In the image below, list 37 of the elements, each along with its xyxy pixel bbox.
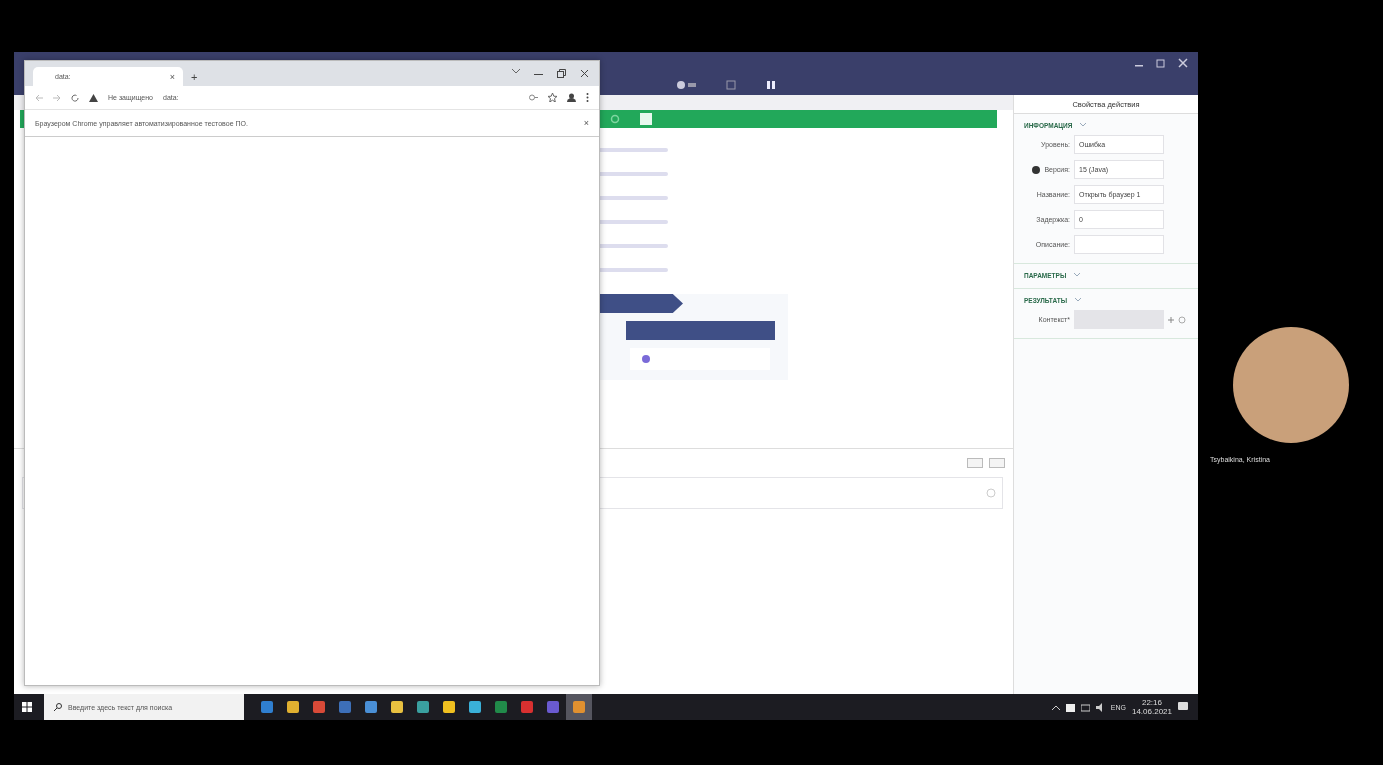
windows-start-icon[interactable]	[20, 700, 34, 714]
chevron-down-icon[interactable]	[1075, 298, 1082, 302]
text-line-placeholder	[598, 196, 668, 200]
text-line-placeholder	[598, 244, 668, 248]
reload-icon[interactable]	[71, 93, 79, 102]
stop-icon[interactable]	[726, 79, 736, 90]
info-icon	[1032, 165, 1041, 174]
menu-icon[interactable]	[586, 93, 589, 102]
clock-time[interactable]: 22:16	[1141, 698, 1162, 707]
clock-date[interactable]: 14.06.2021	[1131, 707, 1172, 716]
speaker-icon[interactable]	[1095, 702, 1105, 712]
text-line-placeholder	[598, 148, 668, 152]
tab-close-button[interactable]: ×	[169, 71, 175, 82]
plus-icon[interactable]	[1168, 316, 1174, 323]
new-tab-button[interactable]: +	[191, 71, 198, 83]
dot-icon	[642, 355, 650, 363]
chevron-up-icon[interactable]	[1051, 704, 1060, 710]
account-icon[interactable]	[567, 93, 576, 102]
warning-icon	[89, 93, 98, 102]
record-icon[interactable]	[676, 79, 696, 90]
infobar-close-button[interactable]: ×	[583, 118, 589, 128]
star-icon[interactable]	[548, 93, 557, 102]
restore-icon[interactable]	[557, 69, 566, 78]
notification-icon[interactable]	[1178, 702, 1188, 712]
text-line-placeholder	[598, 268, 668, 272]
text-line-placeholder	[598, 172, 668, 176]
input-field[interactable]	[1074, 235, 1164, 254]
chevron-down-icon[interactable]	[1074, 273, 1081, 277]
checkbox-icon[interactable]	[640, 113, 652, 125]
restore-icon[interactable]	[1156, 58, 1166, 68]
text-line-placeholder	[598, 220, 668, 224]
pause-icon[interactable]	[766, 79, 776, 90]
key-icon[interactable]	[529, 93, 538, 102]
chevron-down-icon[interactable]	[512, 69, 520, 74]
close-icon[interactable]	[580, 69, 589, 78]
search-icon	[54, 703, 62, 711]
chevron-down-icon[interactable]	[1080, 123, 1087, 127]
